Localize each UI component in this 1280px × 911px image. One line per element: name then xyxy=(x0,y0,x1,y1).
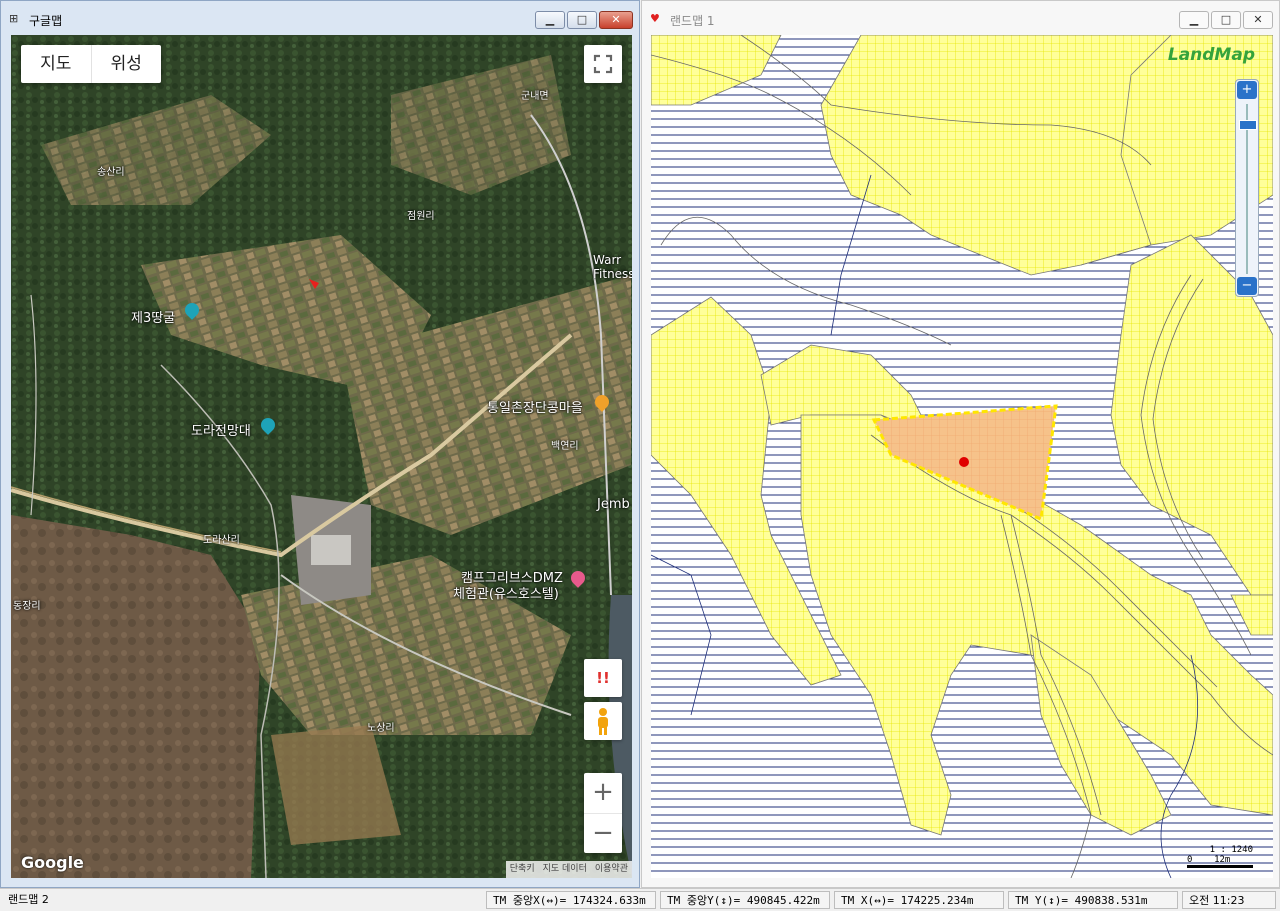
scale-ratio: 1 : 1240 xyxy=(1209,845,1253,855)
window-title: 구글맵 xyxy=(29,14,63,28)
map-scale: 1 : 1240 0 12m xyxy=(1181,845,1253,868)
map-data-link[interactable]: 지도 데이터 xyxy=(539,861,591,878)
window-title: 랜드맵 1 xyxy=(670,14,715,28)
place-label-songsan: 송산리 xyxy=(97,167,125,178)
google-map-window: ⊞ 구글맵 ▁ □ ✕ 지도 위성 군내면 송산리 점원리 Warr Fitne… xyxy=(0,0,640,888)
title-bar[interactable]: ♥ 랜드맵 1 ▁ □ ✕ xyxy=(642,1,1279,34)
place-label-dorasan: 도라산리 xyxy=(203,535,240,546)
google-logo: Google xyxy=(21,853,84,872)
fullscreen-button[interactable] xyxy=(584,45,622,83)
street-view-pegman[interactable] xyxy=(584,702,622,740)
place-label-jemb: Jemb xyxy=(597,497,630,512)
clock: 오전 11:23 xyxy=(1182,891,1276,909)
terms-link[interactable]: 이용약관 xyxy=(591,861,632,878)
place-label-dongjang: 동장리 xyxy=(13,601,41,612)
minimize-button[interactable]: ▁ xyxy=(1179,11,1209,29)
landmap-app-icon: ♥ xyxy=(650,12,660,25)
map-type-satellite-button[interactable]: 위성 xyxy=(90,45,162,83)
location-marker[interactable] xyxy=(959,457,969,467)
zoom-out-button[interactable]: − xyxy=(584,813,622,854)
zoom-thumb[interactable] xyxy=(1239,120,1257,130)
tm-x: TM X(↔)= 174225.234m xyxy=(834,891,1004,909)
zoom-control: + − xyxy=(584,773,622,853)
app-icon: ⊞ xyxy=(9,12,19,25)
place-label-gunnae: 군내면 xyxy=(521,91,549,102)
cadastral-map[interactable]: LandMap + − 1 : 1240 0 12m xyxy=(651,35,1273,878)
title-bar[interactable]: ⊞ 구글맵 ▁ □ ✕ xyxy=(1,1,639,34)
zoom-in-icon[interactable]: + xyxy=(1237,81,1257,99)
zoom-out-icon[interactable]: − xyxy=(1237,277,1257,295)
attribution-bar: 단축키 지도 데이터 이용약관 xyxy=(505,861,632,878)
landmap-window: ♥ 랜드맵 1 ▁ □ ✕ LandMap + − 1: 1240 0 12m xyxy=(641,0,1280,888)
place-label-nosang: 노상리 xyxy=(367,723,395,734)
satellite-imagery xyxy=(11,35,632,878)
parcel-map xyxy=(651,35,1273,878)
poi-label-tongil-village: 통일촌장단콩마을 xyxy=(487,401,583,416)
status-bar: 랜드맵 2 TM 중앙X(↔)= 174324.633m TM 중앙Y(↕)= … xyxy=(0,888,1280,911)
status-app-name: 랜드맵 2 xyxy=(8,893,49,906)
tm-center-y: TM 중앙Y(↕)= 490845.422m xyxy=(660,891,830,909)
scale-bar: 0 12m xyxy=(1187,855,1253,868)
tm-center-x: TM 중앙X(↔)= 174324.633m xyxy=(486,891,656,909)
zoom-slider[interactable]: + − xyxy=(1235,79,1259,297)
maximize-button[interactable]: □ xyxy=(567,11,597,29)
fullscreen-icon xyxy=(593,54,613,74)
close-button[interactable]: ✕ xyxy=(1243,11,1273,29)
place-label-baekyeon: 백연리 xyxy=(551,441,579,452)
tm-y: TM Y(↕)= 490838.531m xyxy=(1008,891,1178,909)
poi-label-camp-greaves-sub: 체험관(유스호스텔) xyxy=(453,587,559,602)
pegman-icon xyxy=(598,708,608,735)
place-label-fitness: Warr Fitness xyxy=(593,253,632,281)
poi-label-observatory: 도라전망대 xyxy=(191,424,251,439)
minimize-button[interactable]: ▁ xyxy=(535,11,565,29)
satellite-map[interactable]: 지도 위성 군내면 송산리 점원리 Warr Fitness 제3땅굴 도라전망… xyxy=(11,35,632,878)
place-label-jeomwon: 점원리 xyxy=(407,211,435,222)
poi-label-tunnel: 제3땅굴 xyxy=(131,311,176,326)
keyboard-shortcuts-link[interactable]: 단축키 xyxy=(506,861,539,878)
map-type-roadmap-button[interactable]: 지도 xyxy=(21,45,91,83)
maximize-button[interactable]: □ xyxy=(1211,11,1241,29)
map-type-control: 지도 위성 xyxy=(21,45,161,83)
zoom-in-button[interactable]: + xyxy=(584,773,622,813)
report-button[interactable]: !! xyxy=(584,659,622,697)
close-button[interactable]: ✕ xyxy=(599,11,633,29)
landmap-logo: LandMap xyxy=(1167,45,1255,65)
